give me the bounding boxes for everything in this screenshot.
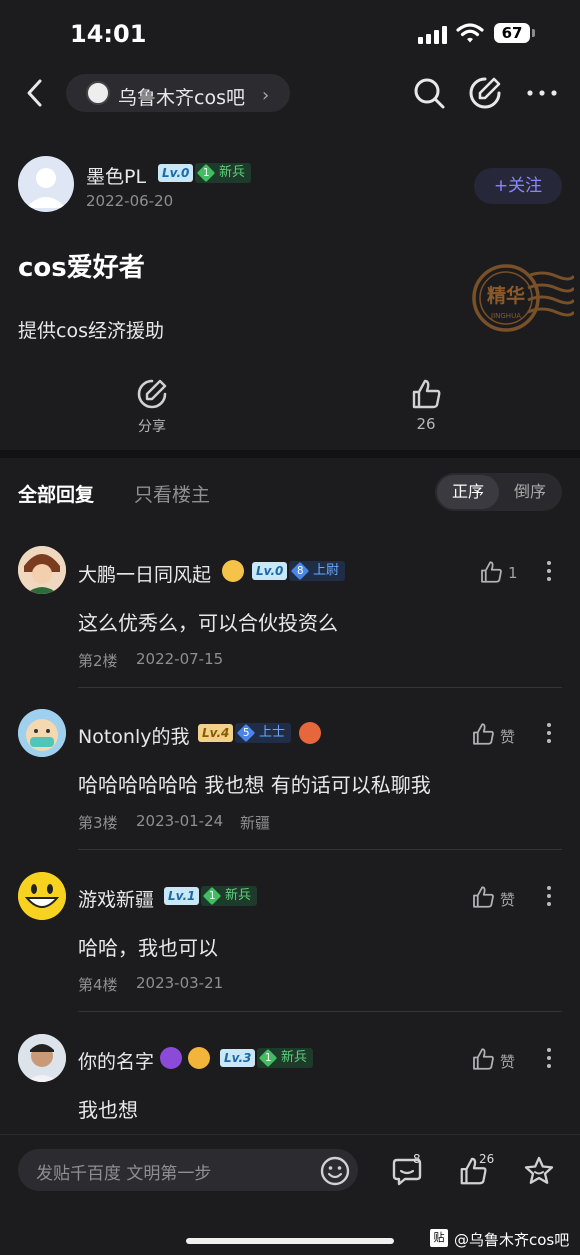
level-badge: Lv.0 — [252, 562, 288, 580]
comment-text: 哈哈，我也可以 — [78, 936, 218, 960]
rank-badge: 1 新兵 — [201, 886, 258, 906]
comment-text: 这么优秀么，可以合伙投资么 — [78, 611, 338, 635]
search-icon[interactable] — [412, 76, 446, 110]
thumbs-up-icon[interactable] — [410, 378, 442, 410]
back-arrow-icon[interactable] — [24, 78, 46, 108]
sort-descending-button[interactable]: 倒序 — [500, 475, 560, 509]
comment-like-label[interactable]: 赞 — [500, 1051, 515, 1072]
comment-date: 2023-01-24 — [136, 812, 224, 830]
more-icon[interactable] — [547, 1048, 551, 1072]
comment-text: 哈哈哈哈哈哈 我也想 有的话可以私聊我 — [78, 773, 431, 797]
comment-location: 新疆 — [240, 814, 271, 832]
more-icon[interactable] — [547, 561, 551, 585]
comment-like-count: 1 — [508, 564, 518, 582]
featured-stamp: 精华 JINGHUA — [472, 264, 574, 332]
commenter-avatar[interactable] — [18, 709, 66, 757]
rank-badge: 5 上士 — [235, 723, 292, 743]
divider — [78, 849, 562, 850]
wifi-icon — [456, 23, 484, 43]
commenter-avatar[interactable] — [18, 1034, 66, 1082]
reply-placeholder[interactable]: 发贴千百度 文明第一步 — [36, 1159, 211, 1184]
tab-op-only[interactable]: 只看楼主 — [134, 480, 210, 507]
more-icon[interactable] — [526, 80, 558, 106]
emoji-icon[interactable] — [320, 1156, 350, 1186]
post-like-count: 26 — [416, 415, 436, 433]
watermark-text: @乌鲁木齐cos吧 — [454, 1231, 570, 1249]
post-title: cos爱好者 — [18, 253, 145, 283]
watermark-logo: 贴 — [430, 1229, 448, 1247]
devil-emoji-icon — [160, 1047, 182, 1069]
more-icon[interactable] — [547, 886, 551, 910]
scream-cat-emoji-icon — [188, 1047, 210, 1069]
divider — [78, 687, 562, 688]
author-name[interactable]: 墨色PL — [86, 162, 146, 189]
share-label[interactable]: 分享 — [136, 416, 168, 436]
comment-like-label[interactable]: 赞 — [500, 889, 515, 910]
rank-badge: 8 上尉 — [289, 561, 346, 581]
cellular-signal-icon — [418, 26, 448, 44]
like-icon[interactable] — [471, 885, 495, 909]
status-time: 14:01 — [70, 20, 147, 48]
like-icon[interactable] — [479, 560, 503, 584]
divider — [78, 1011, 562, 1012]
author-avatar[interactable] — [18, 156, 74, 212]
star-icon[interactable] — [524, 1156, 554, 1186]
comment-count: 8 — [413, 1152, 421, 1166]
post-date: 2022-06-20 — [86, 192, 174, 210]
commenter-name[interactable]: 你的名字 — [78, 1047, 154, 1074]
comment-date: 2023-03-21 — [136, 974, 224, 992]
section-separator — [0, 450, 580, 458]
tab-all-replies[interactable]: 全部回复 — [18, 480, 94, 507]
forum-name[interactable]: 乌鲁木齐cos吧 — [118, 83, 245, 110]
hug-emoji-icon — [222, 560, 244, 582]
home-indicator — [186, 1238, 394, 1244]
commenter-avatar[interactable] — [18, 546, 66, 594]
stamp-text: 精华 — [487, 284, 525, 307]
post-body: 提供cos经济援助 — [18, 320, 164, 342]
rank-badge: 1 新兵 — [257, 1048, 314, 1068]
comment-floor: 第2楼 — [78, 652, 118, 670]
gem-icon: 8 — [290, 561, 310, 581]
forum-logo-icon — [86, 81, 110, 105]
commenter-name[interactable]: 游戏新疆 — [78, 885, 154, 912]
like-icon[interactable] — [471, 1047, 495, 1071]
edit-icon[interactable] — [468, 76, 502, 110]
level-badge: Lv.3 — [220, 1049, 256, 1067]
gem-icon: 1 — [196, 163, 216, 183]
commenter-avatar[interactable] — [18, 872, 66, 920]
sort-ascending-button[interactable]: 正序 — [437, 475, 499, 509]
comment-like-label[interactable]: 赞 — [500, 726, 515, 747]
rank-badge: 1 新兵 — [195, 163, 252, 183]
share-icon[interactable] — [136, 378, 168, 410]
level-badge: Lv.0 — [158, 164, 194, 182]
comment-text: 我也想 — [78, 1098, 138, 1122]
gem-icon: 5 — [236, 723, 256, 743]
gem-icon: 1 — [202, 886, 222, 906]
more-icon[interactable] — [547, 723, 551, 747]
chevron-right-icon: › — [262, 85, 270, 106]
battery-icon: 67 — [494, 23, 530, 43]
commenter-name[interactable]: 大鹏一日同风起 — [78, 560, 211, 587]
level-badge: Lv.4 — [198, 724, 234, 742]
battery-tip — [532, 29, 535, 37]
comment-floor: 第4楼 — [78, 976, 118, 994]
comment-date: 2022-07-15 — [136, 650, 224, 668]
stamp-sub: JINGHUA — [490, 312, 521, 320]
comment-floor: 第3楼 — [78, 814, 118, 832]
gem-icon: 1 — [258, 1048, 278, 1068]
commenter-name[interactable]: Notonly的我 — [78, 722, 189, 749]
like-count: 26 — [479, 1152, 495, 1166]
level-badge: Lv.1 — [164, 887, 200, 905]
follow-button[interactable]: +关注 — [474, 168, 562, 204]
like-icon[interactable] — [471, 722, 495, 746]
fire-emoji-icon — [299, 722, 321, 744]
